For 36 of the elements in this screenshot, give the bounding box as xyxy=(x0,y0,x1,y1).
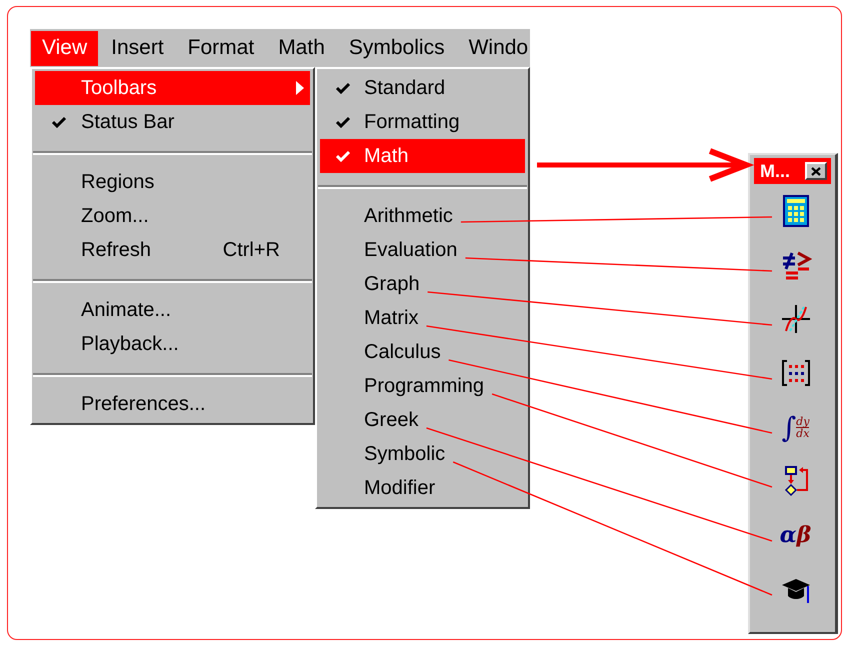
close-button[interactable] xyxy=(805,162,827,180)
check-icon xyxy=(336,150,350,162)
menu-item[interactable]: Graph xyxy=(320,267,525,301)
check-icon xyxy=(52,116,66,128)
menu-item[interactable]: Playback... xyxy=(35,327,310,361)
menu-item[interactable]: Modifier xyxy=(320,471,525,505)
menu-title[interactable]: Symbolics xyxy=(338,30,456,66)
menu-item[interactable]: Symbolic xyxy=(320,437,525,471)
menu-item[interactable]: Zoom... xyxy=(35,199,310,233)
menu-item[interactable]: Standard xyxy=(320,71,525,105)
menu-item[interactable]: Regions xyxy=(35,165,310,199)
menu-item[interactable]: Evaluation xyxy=(320,233,525,267)
menu-title[interactable]: Insert xyxy=(100,30,175,66)
menu-title[interactable]: Format xyxy=(176,30,266,66)
menu-item[interactable]: Toolbars xyxy=(35,71,310,105)
menu-title[interactable]: Math xyxy=(267,30,336,66)
toolbar-title: M... xyxy=(760,160,790,182)
menu-item[interactable]: Animate... xyxy=(35,293,310,327)
graph-axes-icon[interactable] xyxy=(780,303,812,335)
menu-title[interactable]: View xyxy=(31,30,98,66)
menu-item[interactable]: Greek xyxy=(320,403,525,437)
menu-item[interactable]: Formatting xyxy=(320,105,525,139)
check-icon xyxy=(336,116,350,128)
menu-item[interactable]: Matrix xyxy=(320,301,525,335)
menu-title[interactable]: Windo xyxy=(458,30,530,66)
close-icon xyxy=(811,166,821,176)
menu-item[interactable]: Calculus xyxy=(320,335,525,369)
matrix-brackets-icon[interactable] xyxy=(780,357,812,389)
greek-button[interactable]: αβ xyxy=(780,522,812,548)
check-icon xyxy=(336,82,350,94)
menu-item[interactable]: Refresh Ctrl+R xyxy=(35,233,310,267)
menu-item[interactable]: Programming xyxy=(320,369,525,403)
menu-item[interactable]: Status Bar xyxy=(35,105,310,139)
menu-item[interactable]: Preferences... xyxy=(35,387,310,421)
menu-item[interactable]: Math xyxy=(320,139,525,173)
menu-item[interactable]: Arithmetic xyxy=(320,199,525,233)
